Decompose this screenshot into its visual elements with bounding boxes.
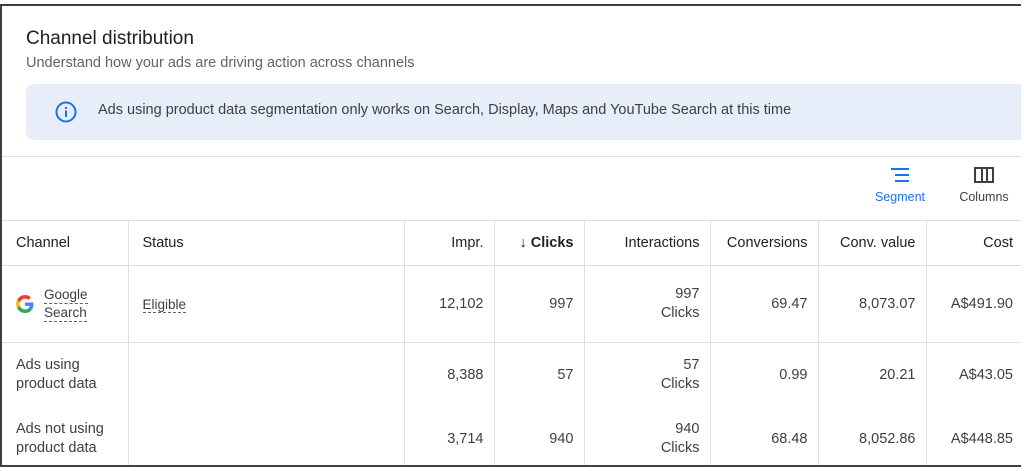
channel-name-link[interactable]: Google Search	[44, 286, 88, 322]
channel-cell: Ads not using product data	[2, 407, 129, 465]
channel-table: Channel Status Impr. ↓ Clicks Interactio…	[2, 221, 1021, 465]
conv-value-cell: 8,052.86	[818, 407, 927, 465]
columns-label: Columns	[959, 190, 1009, 204]
conversions-cell: 69.47	[710, 265, 819, 343]
segment-label: Segment	[874, 190, 926, 204]
column-header-clicks[interactable]: ↓ Clicks	[494, 221, 585, 266]
conv-value-cell: 20.21	[818, 342, 927, 407]
column-header-conv-value[interactable]: Conv. value	[818, 221, 927, 266]
table-row: Ads not using product data 3,714 940 940…	[2, 407, 1021, 465]
conversions-cell: 68.48	[710, 407, 819, 465]
cost-cell: A$448.85	[950, 431, 1013, 447]
segment-button[interactable]: Segment	[864, 166, 936, 204]
status-cell	[128, 407, 405, 465]
status-cell	[128, 342, 405, 407]
column-header-interactions[interactable]: Interactions	[584, 221, 711, 266]
impr-cell: 3,714	[404, 407, 495, 465]
card-subtitle: Understand how your ads are driving acti…	[26, 55, 415, 71]
info-icon	[55, 101, 77, 123]
table-row: Ads using product data 8,388 57 57 Click…	[2, 342, 1021, 407]
cost-cell: A$491.90	[926, 265, 1021, 343]
conversions-cell: 0.99	[710, 342, 819, 407]
google-logo-icon	[16, 295, 34, 313]
clicks-cell: 940	[494, 407, 585, 465]
interactions-cell: 940 Clicks	[584, 407, 711, 465]
column-header-cost[interactable]: Cost	[926, 221, 1021, 266]
channel-distribution-card: Channel distribution Understand how your…	[0, 4, 1021, 467]
info-banner: Ads using product data segmentation only…	[26, 84, 1021, 140]
interactions-cell: 997 Clicks	[584, 265, 711, 343]
interactions-cell: 57 Clicks	[584, 342, 711, 407]
divider	[2, 156, 1021, 157]
card-title: Channel distribution	[26, 28, 194, 49]
sort-arrow-down-icon: ↓	[519, 235, 527, 251]
columns-button[interactable]: Columns	[948, 166, 1020, 204]
columns-icon	[974, 167, 994, 183]
column-header-clicks-label: Clicks	[530, 235, 574, 251]
status-cell: Eligible	[128, 265, 405, 343]
column-header-conversions[interactable]: Conversions	[710, 221, 819, 266]
status-eligible[interactable]: Eligible	[142, 296, 187, 313]
column-header-status[interactable]: Status	[128, 221, 405, 266]
column-header-impr[interactable]: Impr.	[404, 221, 495, 266]
segment-icon	[891, 168, 909, 182]
channel-cell: Google Search	[2, 265, 129, 343]
table-header-row: Channel Status Impr. ↓ Clicks Interactio…	[2, 221, 1021, 266]
impr-cell: 12,102	[404, 265, 495, 343]
clicks-cell: 997	[494, 265, 585, 343]
conv-value-cell: 8,073.07	[818, 265, 927, 343]
column-header-channel[interactable]: Channel	[2, 221, 129, 266]
channel-cell: Ads using product data	[2, 342, 129, 407]
impr-cell: 8,388	[404, 342, 495, 407]
clicks-cell: 57	[494, 342, 585, 407]
table-row: Google Search Eligible 12,102 997 997 Cl…	[2, 265, 1021, 343]
cost-cell: A$43.05	[958, 367, 1013, 383]
banner-text: Ads using product data segmentation only…	[98, 102, 792, 118]
